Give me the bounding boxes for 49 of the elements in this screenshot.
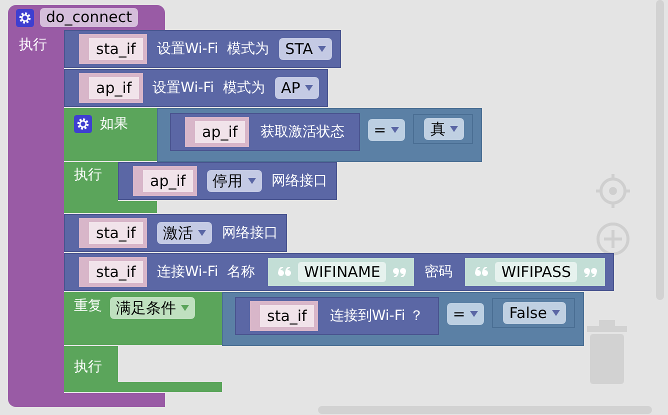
dropdown-field[interactable]: 真 [424, 118, 464, 140]
variable-field[interactable]: ap_if [185, 117, 249, 147]
dropdown-field[interactable]: 停用 [206, 170, 262, 192]
block-label: 连接到Wi-Fi ？ [330, 307, 424, 325]
block-label: 如果 [100, 115, 128, 133]
block-label: 设置Wi-Fi 模式为 [152, 79, 265, 97]
text-field[interactable]: WIFIPASS [495, 262, 578, 282]
variable-field[interactable]: sta_if [79, 257, 147, 287]
variable-field[interactable]: sta_if [79, 218, 147, 248]
block-label: 网络接口 [272, 172, 328, 190]
dropdown-arrow-icon [318, 46, 326, 52]
dropdown-field[interactable]: STA [279, 38, 332, 60]
block-label: 获取激活状态 [260, 123, 345, 141]
quote-icon [475, 267, 490, 277]
dropdown-arrow-icon [181, 305, 189, 311]
block-label: 执行 [19, 36, 48, 54]
quote-icon [392, 267, 406, 277]
gear-icon[interactable] [16, 8, 34, 26]
block-label: 网络接口 [222, 224, 278, 242]
quote-icon [278, 267, 292, 277]
block-label: 重复 [74, 297, 102, 315]
variable-field[interactable]: ap_if [133, 166, 197, 196]
dropdown-arrow-icon [391, 127, 400, 133]
dropdown-field[interactable]: 激活 [156, 222, 212, 244]
dropdown-field[interactable]: 满足条件 [110, 297, 195, 319]
variable-field[interactable]: sta_if [250, 301, 318, 331]
gear-icon[interactable] [74, 115, 92, 133]
dropdown-field[interactable]: AP [274, 77, 320, 99]
block-label: 执行 [74, 166, 103, 184]
block-label: 连接Wi-Fi 名称 [156, 263, 256, 281]
dropdown-arrow-icon [552, 310, 560, 316]
block-label: 设置Wi-Fi 模式为 [156, 40, 270, 58]
dropdown-arrow-icon [248, 178, 256, 184]
text-field[interactable]: WIFINAME [298, 262, 386, 282]
dropdown-arrow-icon [198, 230, 206, 236]
block-label: 执行 [74, 358, 103, 376]
dropdown-field[interactable]: = [368, 119, 406, 141]
dropdown-arrow-icon [470, 311, 478, 317]
trash-icon[interactable] [585, 320, 629, 384]
function-name-field[interactable]: do_connect [40, 8, 138, 27]
block-label: 密码 [424, 263, 452, 281]
dropdown-field[interactable]: = [446, 303, 484, 325]
dropdown-arrow-icon [305, 85, 314, 91]
variable-field[interactable]: ap_if [79, 73, 143, 103]
dropdown-field[interactable]: False [503, 302, 566, 324]
quote-icon [583, 267, 598, 277]
variable-field[interactable]: sta_if [79, 34, 147, 64]
zoom-in-icon[interactable] [595, 221, 631, 257]
dropdown-arrow-icon [450, 126, 458, 132]
